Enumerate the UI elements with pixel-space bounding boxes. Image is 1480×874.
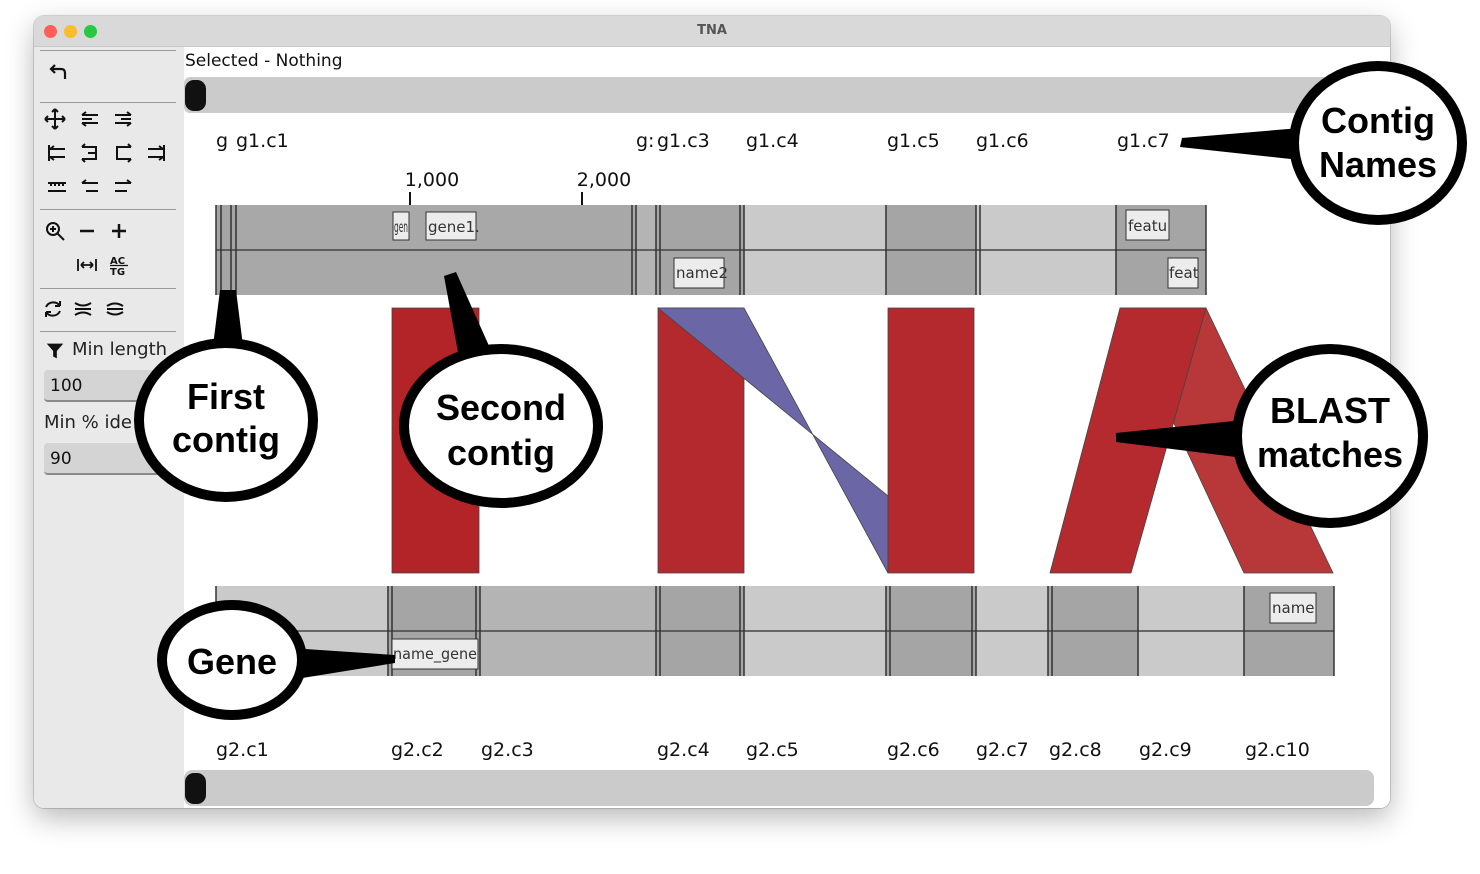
- ruler-icon: [48, 182, 66, 192]
- expand-right-button[interactable]: [141, 139, 171, 167]
- layers-collapse-icon: [74, 302, 92, 316]
- fit-width-icon: [77, 259, 97, 271]
- zoom-in-button[interactable]: [104, 217, 134, 245]
- window-title: TNA: [697, 23, 727, 38]
- comparison-canvas[interactable]: Selected - Nothing g g1.c1 g: g1.c3 g1.c…: [184, 47, 1390, 808]
- expand-right-icon: [148, 145, 165, 161]
- align-left-button[interactable]: [75, 105, 105, 133]
- svg-text:TG: TG: [110, 267, 125, 277]
- selection-status: Selected - Nothing: [185, 51, 342, 71]
- flip-right-button[interactable]: [108, 139, 138, 167]
- zoom-out-button[interactable]: [72, 217, 102, 245]
- top-scrollbar-thumb[interactable]: [185, 80, 206, 111]
- undo-button[interactable]: [44, 58, 74, 86]
- shift-left-icon: [81, 179, 98, 192]
- title-bar: TNA: [34, 16, 1390, 47]
- layers-expand-icon: [106, 302, 124, 316]
- gene-feature-label: name_gene: [393, 645, 477, 664]
- zoom-tool-button[interactable]: [40, 217, 70, 245]
- bottom-scrollbar-track[interactable]: [184, 770, 1374, 806]
- shift-right-icon: [115, 179, 132, 192]
- min-identity-label: Min % ide: [44, 412, 132, 433]
- g2-contig-name: g2.c4: [657, 739, 710, 761]
- shift-left-button[interactable]: [75, 173, 105, 201]
- blast-match: [391, 307, 480, 574]
- flip-left-button[interactable]: [75, 139, 105, 167]
- genome2-track[interactable]: [215, 586, 1335, 676]
- align-right-icon: [115, 111, 132, 127]
- top-scrollbar-track[interactable]: [184, 77, 1390, 113]
- g2-contig-name: g2.c3: [481, 739, 534, 761]
- toolbar-sidebar: AC TG Min length 100 Min % ide 90: [34, 47, 184, 808]
- g2-contig-name: g2.c5: [746, 739, 799, 761]
- g2-contig-name: g2.c8: [1049, 739, 1102, 761]
- shift-right-button[interactable]: [108, 173, 138, 201]
- flip-right-icon: [116, 143, 132, 163]
- ruler-button[interactable]: [42, 173, 72, 201]
- ruler-tick-label: 2,000: [577, 169, 631, 191]
- text-case-button[interactable]: AC TG: [104, 251, 134, 279]
- g1-contig-name: g1.c3: [657, 130, 710, 152]
- bottom-scrollbar-thumb[interactable]: [185, 773, 206, 804]
- ruler-tick-label: 1,000: [405, 169, 459, 191]
- gene-feature-label: featu: [1128, 217, 1167, 235]
- g1-contig-name: g1.c6: [976, 130, 1029, 152]
- gene-feature-label: name: [1272, 599, 1315, 617]
- g1-contig-name: g1.c7: [1117, 130, 1170, 152]
- g1-contig-name: g1.c1: [236, 130, 289, 152]
- zoom-icon: [46, 222, 65, 241]
- align-right-button[interactable]: [108, 105, 138, 133]
- zoom-out-icon: [80, 229, 94, 233]
- gene-feature-label: gene1.: [428, 218, 480, 236]
- zoom-in-icon: [112, 224, 126, 238]
- filter-icon: [46, 343, 64, 359]
- collapse-left-button[interactable]: [42, 139, 72, 167]
- main-view[interactable]: Selected - Nothing g g1.c1 g: g1.c3 g1.c…: [184, 47, 1390, 808]
- min-length-label: Min length: [72, 339, 168, 360]
- g2-contig-name: g2.c1: [216, 739, 269, 761]
- g2-contig-name: g2.c6: [887, 739, 940, 761]
- align-left-icon: [81, 111, 98, 127]
- g1-contig-name: g: [216, 130, 228, 152]
- g1-contig-name: g1.c5: [887, 130, 940, 152]
- gene-feature-label: name2: [676, 264, 728, 282]
- g2-contig-name: g2.c10: [1245, 739, 1310, 761]
- gene-feature-label: feat: [1169, 264, 1199, 282]
- gene-feature-label: gen: [394, 218, 408, 236]
- g1-contig-name: g1.c4: [746, 130, 799, 152]
- refresh-icon: [45, 301, 61, 317]
- min-length-input[interactable]: 100: [44, 370, 176, 402]
- layers-collapse-button[interactable]: [68, 295, 98, 323]
- g2-contig-name: g2.c2: [391, 739, 444, 761]
- refresh-button[interactable]: [38, 295, 68, 323]
- blast-matches[interactable]: [391, 307, 1334, 574]
- layers-expand-button[interactable]: [100, 295, 130, 323]
- text-case-icon: ACTG: [110, 256, 128, 277]
- app-window: TNA AC TG Min length 100 Min % ide 90 Se…: [34, 16, 1390, 808]
- g2-contig-name: g2.c7: [976, 739, 1029, 761]
- move-icon: [44, 108, 66, 130]
- g1-contig-name: g:: [636, 130, 654, 152]
- undo-icon: [49, 64, 67, 79]
- move-button[interactable]: [40, 105, 70, 133]
- collapse-left-icon: [48, 145, 65, 161]
- blast-match: [887, 307, 975, 574]
- flip-left-icon: [81, 143, 97, 163]
- min-identity-input[interactable]: 90: [44, 443, 176, 475]
- fit-width-button[interactable]: [72, 251, 102, 279]
- g2-contig-name: g2.c9: [1139, 739, 1192, 761]
